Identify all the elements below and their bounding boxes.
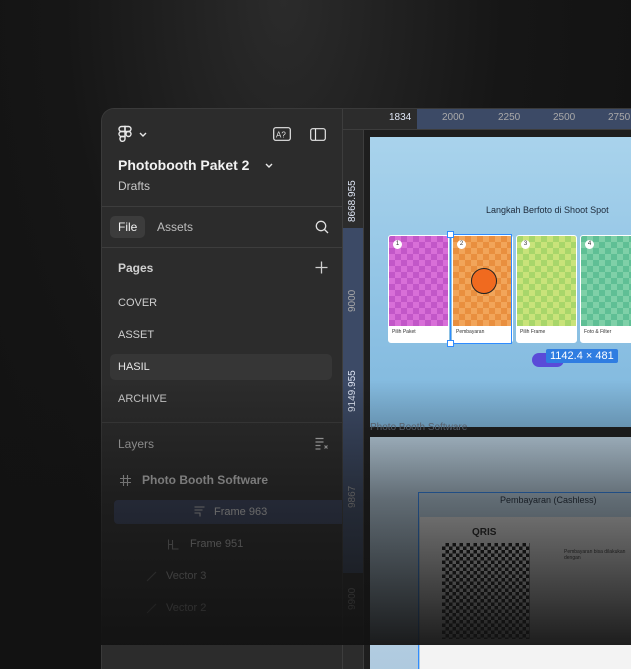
pages-heading: Pages [118,261,154,275]
file-location[interactable]: Drafts [118,179,150,193]
card-illustration [517,236,576,326]
step-number: 1 [393,240,402,249]
page-item-asset[interactable]: ASSET [118,329,154,341]
divider [102,206,342,207]
card-illustration [389,236,448,326]
page-item-hasil: HASIL [118,361,150,373]
ruler-tick: 8668.955 [347,180,358,222]
frame-payment[interactable]: Pembayaran (Cashless) QRIS Pembayaran bi… [370,437,631,669]
file-title[interactable]: Photobooth Paket 2 [118,157,273,173]
layer-item-frame-951[interactable]: Frame 951 [190,538,243,550]
ruler-tick: 2250 [498,112,521,123]
step-number: 3 [521,240,530,249]
ruler-tick: 2750 [608,112,631,123]
design-canvas[interactable]: Langkah Berfoto di Shoot Spot 1 Pilih Pa… [364,130,631,669]
ruler-tick: 9000 [347,289,358,312]
layer-item-vector-2[interactable]: Vector 2 [166,602,206,614]
step-caption: Foto & Filter [584,329,612,335]
collapse-layers-icon[interactable] [315,437,329,450]
horizontal-ruler: 1834 2000 2250 2500 2750 [343,109,631,130]
page-item-hasil-row[interactable]: HASIL [110,354,332,380]
frame-layout-icon [168,539,179,550]
ruler-tick: 9867 [347,485,358,508]
page-item-archive[interactable]: ARCHIVE [118,393,167,405]
layer-item-vector-3[interactable]: Vector 3 [166,570,206,582]
divider [102,247,342,248]
frame-photo-booth-software[interactable]: Langkah Berfoto di Shoot Spot 1 Pilih Pa… [370,137,631,427]
ruler-tick: 9149.955 [347,370,358,412]
qris-brand: QRIS [472,527,497,538]
step-caption: Pilih Paket [392,329,416,335]
frame-label[interactable]: Photo Booth Software [370,422,467,433]
page-item-cover[interactable]: COVER [118,297,157,309]
ruler-tick: 2500 [553,112,576,123]
main-menu-button[interactable] [118,125,150,143]
figma-logo-icon [118,125,132,142]
ruler-tick: 2000 [442,112,465,123]
qr-code [442,543,530,639]
search-icon[interactable] [315,220,329,234]
step-card[interactable]: 1 Pilih Paket [388,235,449,343]
step-caption: Pilih Frame [520,329,546,335]
layer-item-frame-963-row[interactable]: Frame 963 [114,500,342,524]
vertical-ruler: 8668.955 9000 9149.955 9867 9900 [343,130,364,669]
add-page-icon[interactable] [315,261,328,274]
payment-text: Pembayaran bisa dilakukan dengan [564,549,626,561]
toggle-sidebar-icon[interactable] [310,128,326,141]
ruler-tick: 9900 [347,587,358,610]
left-sidebar: A? Photobooth Paket 2 Drafts File Assets… [102,109,343,669]
step-card[interactable]: 3 Pilih Frame [516,235,577,343]
frame-hash-icon [120,475,131,486]
vector-icon [146,571,157,582]
ruler-tick: 1834 [389,112,412,123]
svg-text:A?: A? [276,131,286,140]
selection-box[interactable] [447,231,512,347]
chevron-down-icon [265,163,273,169]
frame-layout-icon [194,506,205,517]
tab-assets[interactable]: Assets [157,220,193,234]
layer-item-photo-booth-software[interactable]: Photo Booth Software [142,473,268,487]
tab-file[interactable]: File [110,216,146,238]
resize-handle[interactable] [447,231,454,238]
divider [102,422,342,423]
layers-heading: Layers [118,437,155,451]
figma-window: A? Photobooth Paket 2 Drafts File Assets… [102,109,631,669]
chevron-down-icon [139,132,147,137]
ai-text-icon[interactable]: A? [273,127,291,141]
vector-icon [146,603,157,614]
file-title-text: Photobooth Paket 2 [118,157,250,173]
frame-heading: Langkah Berfoto di Shoot Spot [486,205,609,215]
step-card[interactable]: 4 Foto & Filter [580,235,631,343]
selection-dimensions: 1142.4 × 481 [546,349,618,363]
layer-item-frame-963: Frame 963 [214,506,268,518]
card-illustration [581,236,631,326]
resize-handle[interactable] [447,340,454,347]
step-number: 4 [585,240,594,249]
